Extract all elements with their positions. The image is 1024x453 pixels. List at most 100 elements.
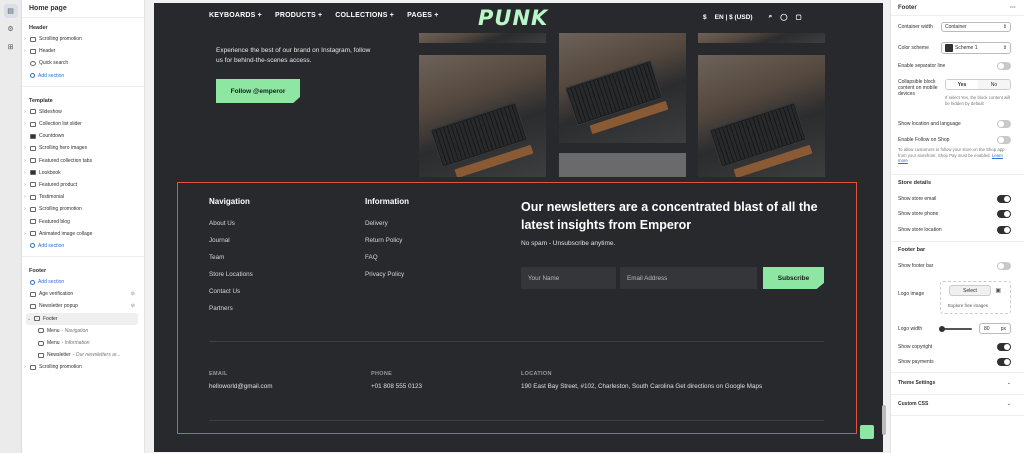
collapsible-yes[interactable]: Yes [946,80,978,89]
chevron-right-icon[interactable]: › [22,364,28,370]
block-item[interactable]: Newsletter - Our newsletters ar... [22,349,144,361]
search-icon[interactable]: ⌕ [769,13,773,21]
chevron-right-icon[interactable]: › [22,145,28,151]
chevron-right-icon[interactable]: › [22,182,28,188]
setting-label: Show store phone [898,211,939,217]
location-language-toggle[interactable] [997,120,1011,128]
section-item[interactable]: Countdown [22,130,144,142]
nav-products[interactable]: PRODUCTS + [275,12,322,19]
payments-row: Show payments [898,358,1011,366]
nav-collections[interactable]: COLLECTIONS + [335,12,394,19]
select-image-button[interactable]: Select [949,285,991,296]
block-item[interactable]: Menu - Information [22,337,144,349]
section-item[interactable]: › Scrolling promotion [22,203,144,215]
block-sub: - Navigation [61,327,89,334]
instagram-photo[interactable] [559,33,686,143]
chevron-down-icon[interactable]: ⌄ [26,316,32,322]
chevron-right-icon[interactable]: › [22,206,28,212]
payments-toggle[interactable] [997,358,1011,366]
section-item[interactable]: Newsletter popup ⊘ [22,300,144,312]
logo-width-slider[interactable] [939,326,972,332]
instagram-photo[interactable] [698,33,825,43]
group-title: Footer [29,268,47,274]
collapsible-no[interactable]: No [978,80,1010,89]
logo-width-input[interactable]: 80 px [979,323,1011,334]
section-item[interactable]: Quick search [22,57,144,69]
eye-off-icon[interactable]: ⊘ [131,303,135,309]
help-text: To allow customers to follow your store … [898,147,1005,158]
instagram-photo[interactable] [419,55,546,177]
chat-button[interactable] [860,425,874,439]
section-item[interactable]: › Lookbook [22,167,144,179]
section-item[interactable]: › Scrolling hero images [22,142,144,154]
section-item[interactable]: › Featured collection tabs [22,155,144,167]
chevron-down-icon[interactable]: ⌄ [1007,401,1011,407]
setting-label: Enable separator line [898,63,946,69]
section-item[interactable]: › Testimonial [22,191,144,203]
color-scheme-select[interactable]: Scheme 1 ⇕ [941,42,1011,54]
section-item[interactable]: › Scrolling promotion [22,361,144,373]
store-phone-toggle[interactable] [997,210,1011,218]
section-item[interactable]: › Collection list slider [22,118,144,130]
add-section-button[interactable]: Add section [22,70,144,82]
divider [891,174,1024,175]
section-item[interactable]: › Slideshow [22,106,144,118]
section-item[interactable]: › Animated image collage [22,228,144,240]
nav-pages[interactable]: PAGES + [407,12,438,19]
theme-settings-row[interactable]: Theme Settings ⌄ [898,380,1011,386]
footer-bar-toggle[interactable] [997,262,1011,270]
chevron-right-icon[interactable]: › [22,109,28,115]
custom-css-row[interactable]: Custom CSS ⌄ [898,401,1011,407]
chevron-right-icon[interactable]: › [22,36,28,42]
separator-toggle[interactable] [997,62,1011,70]
locale-selector[interactable]: EN | $ (USD) [715,14,753,21]
section-item[interactable]: › Header [22,45,144,57]
gear-icon[interactable]: ⚙ [4,22,18,36]
block-sub: - Our newsletters ar... [72,352,121,359]
section-item[interactable]: › Scrolling promotion [22,33,144,45]
section-item[interactable]: Age verification ⊘ [22,288,144,300]
search-icon [30,60,36,66]
chevron-right-icon[interactable]: › [22,194,28,200]
account-icon[interactable]: ◯ [780,13,787,21]
sections-icon[interactable]: ▤ [3,4,18,18]
setting-label: Container width [898,24,933,30]
add-section-button[interactable]: Add section [22,240,144,252]
cart-icon[interactable]: ▢ [795,13,801,21]
chevron-down-icon[interactable]: ⌄ [1007,380,1011,386]
follow-shop-toggle[interactable] [997,136,1011,144]
copyright-toggle[interactable] [997,343,1011,351]
section-label: Testimonial [39,194,65,201]
chevron-right-icon[interactable]: › [22,170,28,176]
section-item[interactable]: › Featured product [22,179,144,191]
chevron-right-icon[interactable]: › [22,48,28,54]
site-header: KEYBOARDS + PRODUCTS + COLLECTIONS + PAG… [154,3,883,33]
divider [891,394,1024,395]
input-unit: px [1000,325,1006,332]
eye-off-icon[interactable]: ⊘ [131,291,135,297]
chevron-right-icon[interactable]: › [22,231,28,237]
follow-button[interactable]: Follow @emperor [216,79,300,103]
apps-icon[interactable]: ⊞ [4,40,18,54]
slider-knob[interactable] [939,326,945,332]
scrollbar[interactable] [882,405,886,435]
instagram-photo[interactable] [698,55,825,177]
nav-keyboards[interactable]: KEYBOARDS + [209,12,262,19]
more-icon[interactable]: ··· [1010,5,1016,11]
section-item[interactable]: Featured blog [22,215,144,227]
collapsible-segmented[interactable]: Yes No [945,79,1011,90]
explore-images-link[interactable]: Explore free images [948,303,988,308]
section-item-selected[interactable]: ⌄ Footer [26,312,138,325]
site-logo[interactable]: PUNK [478,6,548,30]
store-details-title: Store details [898,180,932,186]
container-width-select[interactable]: Container ⇕ [941,22,1011,32]
store-location-toggle[interactable] [997,226,1011,234]
store-email-row: Show store email [898,195,1011,203]
chevron-right-icon[interactable]: › [22,121,28,127]
instagram-photo[interactable] [419,33,546,43]
store-email-toggle[interactable] [997,195,1011,203]
block-item[interactable]: Menu - Navigation [22,325,144,337]
instagram-photo[interactable] [559,153,686,177]
chevron-right-icon[interactable]: › [22,158,28,164]
add-section-button[interactable]: Add section [22,276,144,288]
